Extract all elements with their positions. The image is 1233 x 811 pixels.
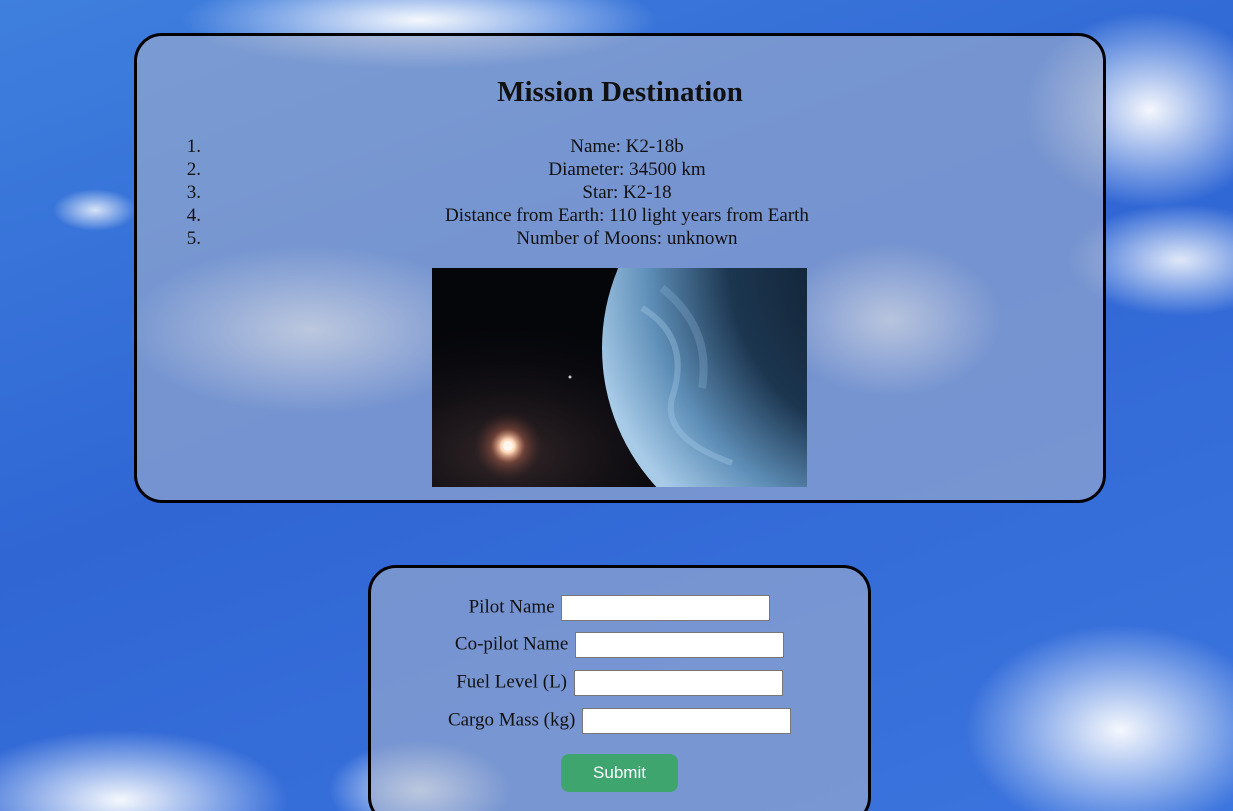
planet-diameter: Diameter: 34500 km bbox=[548, 159, 706, 180]
list-item: 5. Number of Moons: unknown bbox=[186, 228, 738, 249]
cargo-mass-row: Cargo Mass (kg) bbox=[371, 706, 868, 734]
planet-name: Name: K2-18b bbox=[570, 136, 684, 157]
list-item: 2. Diameter: 34500 km bbox=[186, 159, 706, 180]
planet-star: Star: K2-18 bbox=[582, 182, 672, 203]
pilot-name-label: Pilot Name bbox=[468, 596, 555, 618]
mission-destination-panel: Mission Destination 1. Name: K2-18b 2. D… bbox=[134, 33, 1106, 503]
fuel-level-label: Fuel Level (L) bbox=[456, 671, 568, 693]
copilot-name-row: Co-pilot Name bbox=[371, 630, 868, 658]
planet-distance: Distance from Earth: 110 light years fro… bbox=[445, 205, 809, 226]
pilot-name-input[interactable] bbox=[561, 594, 771, 621]
exoplanet-image bbox=[432, 268, 807, 487]
page-title: Mission Destination bbox=[497, 76, 743, 108]
launch-form-panel: Pilot Name Co-pilot Name Fuel Level (L) … bbox=[368, 565, 871, 811]
copilot-name-label: Co-pilot Name bbox=[454, 633, 569, 655]
list-item: 1. Name: K2-18b bbox=[186, 136, 684, 157]
destination-info-list: 1. Name: K2-18b 2. Diameter: 34500 km 3.… bbox=[181, 135, 1073, 250]
cargo-mass-label: Cargo Mass (kg) bbox=[447, 709, 576, 731]
fuel-level-row: Fuel Level (L) bbox=[371, 668, 868, 696]
copilot-name-input[interactable] bbox=[575, 631, 785, 658]
cargo-mass-input[interactable] bbox=[582, 707, 792, 734]
planet-moons: Number of Moons: unknown bbox=[516, 228, 738, 249]
pilot-name-row: Pilot Name bbox=[371, 593, 868, 621]
fuel-level-input[interactable] bbox=[573, 669, 783, 696]
list-item: 4. Distance from Earth: 110 light years … bbox=[186, 205, 809, 226]
list-item: 3. Star: K2-18 bbox=[186, 182, 672, 203]
submit-button[interactable]: Submit bbox=[561, 754, 678, 792]
